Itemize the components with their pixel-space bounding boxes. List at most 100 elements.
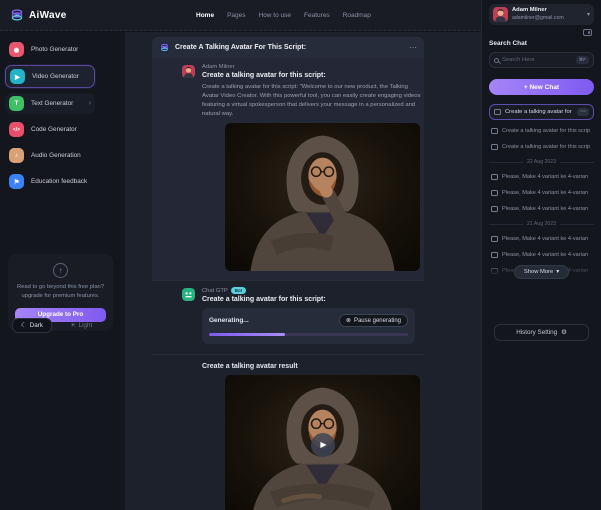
chat-history-item[interactable]: Create a talking avatar for this scrip [489, 123, 594, 139]
bot-badge: Bot [231, 287, 247, 294]
show-more-button[interactable]: Show More ▾ [514, 265, 569, 279]
sidebar-item-code-generator[interactable]: </> Code Generator [5, 119, 95, 140]
chat-history-label: Please, Make 4 variant ke 4-varian [502, 174, 588, 180]
chat-bubble-icon [491, 206, 498, 212]
pause-circle-icon: ⊗ [346, 317, 351, 324]
chat-bubble-icon [491, 190, 498, 196]
chevron-down-icon: ▾ [587, 11, 590, 18]
show-more-label: Show More [524, 269, 553, 275]
chat-history-item[interactable]: Please, Make 4 variant ke 4-varian [489, 185, 594, 201]
nav-link-how-to-use[interactable]: How to use [259, 12, 292, 19]
chat-history-list: Create a talking avatar for this scrip C… [489, 123, 594, 279]
history-setting-label: History Setting [516, 329, 557, 336]
audio-generation-icon: ♪ [9, 148, 24, 163]
chat-history-label: Create a talking avatar for this scrip [502, 144, 590, 150]
chat-bubble-icon [491, 128, 498, 134]
user-message-author: Adam Milner [202, 64, 418, 70]
user-name: Adam Milner [512, 7, 564, 15]
selected-chat-label: Create a talking avatar for this [505, 109, 573, 115]
sidebar-item-audio-generation[interactable]: ♪ Audio Generation [5, 145, 95, 166]
sun-icon: ☀ [70, 322, 76, 329]
play-icon: ▶ [320, 440, 326, 449]
date-divider: 21 Aug 2023 [489, 221, 594, 227]
chat-history-label: Please, Make 4 variant ke 4-varian [502, 252, 588, 258]
chat-history-item[interactable]: Please, Make 4 variant ke 4-varian [489, 201, 594, 217]
light-label: Light [79, 322, 93, 329]
chat-history-label: Please, Make 4 variant ke 4-varian [502, 190, 588, 196]
nav-link-home[interactable]: Home [196, 12, 214, 19]
progress-fill [209, 333, 285, 336]
history-setting-button[interactable]: History Setting ⚙ [494, 324, 589, 341]
nav-link-roadmap[interactable]: Roadmap [343, 12, 371, 19]
sidebar-item-label: Education feedback [31, 178, 87, 185]
sidebar-item-label: Audio Generation [31, 152, 81, 159]
new-chat-button[interactable]: + New Chat [489, 79, 594, 95]
video-generator-icon: ▶ [10, 69, 25, 84]
plus-icon: + [524, 84, 528, 91]
chat-bubble-icon [491, 174, 498, 180]
chevron-down-icon: ▾ [556, 269, 559, 275]
sidebar-item-label: Code Generator [31, 126, 77, 133]
brand-logo[interactable]: AiWave [0, 8, 67, 22]
dark-mode-button[interactable]: ☾ Dark [12, 318, 52, 333]
progress-track [209, 333, 408, 336]
chatbot-avatar-icon [182, 288, 195, 301]
user-avatar [182, 65, 195, 78]
chat-history-item[interactable]: Please, Make 4 variant ke 4-varian [489, 231, 594, 247]
show-more-wrap: Show More ▾ [489, 262, 594, 282]
chat-history-label: Create a talking avatar for this scrip [502, 128, 590, 134]
result-video-thumbnail: ▶ [225, 375, 420, 510]
nav-link-features[interactable]: Features [304, 12, 330, 19]
user-avatar [493, 7, 508, 22]
search-box: ⌘F [489, 52, 594, 68]
user-account-card[interactable]: Adam Milner adamilner@gmail.com ▾ [489, 4, 594, 25]
play-button[interactable]: ▶ [311, 433, 335, 457]
sidebar-item-video-generator[interactable]: ▶ Video Generator [5, 65, 95, 88]
chat-topic-icon [159, 42, 170, 53]
sidebar-item-education-feedback[interactable]: ⚑ Education feedback [5, 171, 95, 192]
user-email: adamilner@gmail.com [512, 15, 564, 22]
theme-toggle: ☾ Dark ☀ Light [12, 318, 100, 333]
chat-menu-dots-icon[interactable]: ⋯ [409, 45, 417, 51]
chat-title: Create A Talking Avatar For This Script: [175, 44, 306, 51]
sidebar-item-text-generator[interactable]: T Text Generator › [5, 93, 95, 114]
upgrade-text: Read to go beyond this free plan? upgrad… [15, 283, 106, 301]
chat-item-menu-icon[interactable]: ⋯ [577, 108, 589, 116]
sidebar-item-label: Video Generator [32, 73, 79, 80]
collapse-panel-icon[interactable] [583, 29, 592, 36]
arrow-up-icon: ↑ [53, 263, 68, 278]
chevron-right-icon: › [89, 100, 91, 107]
aiwave-logo-icon [10, 8, 24, 22]
light-mode-button[interactable]: ☀ Light [62, 319, 100, 332]
selected-chat-item[interactable]: Create a talking avatar for this ⋯ [489, 104, 594, 120]
chat-main: Create A Talking Avatar For This Script:… [125, 32, 481, 510]
chat-history-item[interactable]: Please, Make 4 variant ke 4-varian [489, 247, 594, 263]
chat-bubble-icon [491, 252, 498, 258]
bot-message-title: Create a talking avatar for this script: [202, 296, 418, 303]
nav-link-pages[interactable]: Pages [227, 12, 245, 19]
result-label: Create a talking avatar result [202, 363, 424, 370]
chat-bubble-icon [494, 109, 501, 115]
section-divider [152, 354, 424, 355]
chat-history-label: Please, Make 4 variant ke 4-varian [502, 206, 588, 212]
photo-generator-icon: ◉ [9, 42, 24, 57]
chat-history-item[interactable]: Create a talking avatar for this scrip [489, 139, 594, 155]
sidebar-item-photo-generator[interactable]: ◉ Photo Generator [5, 39, 95, 60]
search-input[interactable] [502, 57, 573, 63]
sidebar-item-label: Photo Generator [31, 46, 78, 53]
chat-history-label: Please, Make 4 variant ke 4-varian [502, 236, 588, 242]
pause-generating-button[interactable]: ⊗ Pause generating [339, 314, 408, 327]
moon-icon: ☾ [21, 322, 27, 329]
search-icon [494, 58, 499, 63]
sidebar-item-label: Text Generator [31, 100, 73, 107]
main-nav: Home Pages How to use Features Roadmap [196, 12, 371, 19]
pause-label: Pause generating [354, 318, 401, 324]
top-navbar: AiWave Home Pages How to use Features Ro… [0, 0, 481, 31]
chat-bubble-icon [491, 236, 498, 242]
generating-label: Generating... [209, 317, 249, 324]
search-chat-title: Search Chat [489, 40, 594, 47]
chat-history-item[interactable]: Please, Make 4 variant ke 4-varian [489, 169, 594, 185]
aiwave-app: AiWave Home Pages How to use Features Ro… [0, 0, 601, 510]
text-generator-icon: T [9, 96, 24, 111]
right-sidebar: Adam Milner adamilner@gmail.com ▾ Search… [481, 0, 601, 510]
